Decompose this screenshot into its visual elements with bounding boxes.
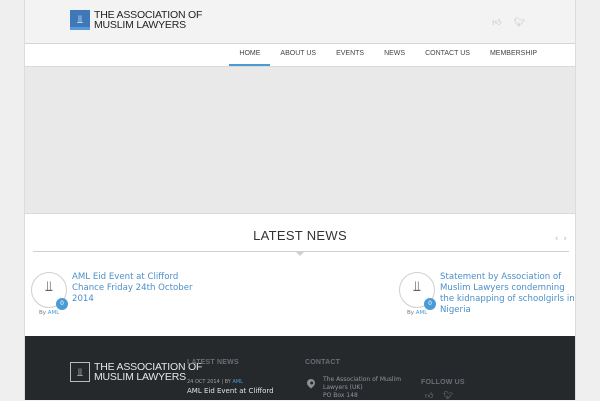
nav-item-contact-us[interactable]: CONTACT US bbox=[415, 44, 480, 66]
footer-logo-line-2: Muslim Lawyers bbox=[94, 371, 186, 383]
news-title-link[interactable]: Statement by Association of Muslim Lawye… bbox=[440, 272, 578, 316]
nav-items: HOME ABOUT US EVENTS NEWS CONTACT US MEM… bbox=[229, 44, 547, 66]
footer-contact-heading: CONTACT bbox=[305, 359, 341, 366]
chevron-left-icon[interactable]: ‹ bbox=[555, 234, 559, 244]
site-header: ⫫ The Association of Muslim Lawyers 👍︎ 🐦… bbox=[25, 0, 575, 44]
author-link[interactable]: AML bbox=[48, 310, 60, 316]
footer-news-link[interactable]: AML Eid Event at Clifford bbox=[187, 387, 274, 395]
footer-logo[interactable]: ⫫ The Association of Muslim Lawyers bbox=[70, 362, 202, 382]
thumbs-up-icon[interactable]: 👍︎ bbox=[492, 18, 501, 28]
divider-arrow-icon bbox=[296, 252, 304, 256]
chevron-right-icon[interactable]: › bbox=[563, 234, 567, 244]
byline-label: By bbox=[407, 310, 415, 316]
footer-latest-news-heading: LATEST NEWS bbox=[187, 359, 239, 366]
latest-news-title: LATEST NEWS bbox=[253, 228, 347, 243]
news-byline: By AML bbox=[39, 310, 59, 316]
carousel-nav: ‹ › bbox=[555, 234, 567, 244]
footer-contact-address: The Association of Muslim Lawyers (UK) P… bbox=[323, 376, 418, 400]
avatar: ⫫ 0 bbox=[31, 272, 68, 310]
news-title-link[interactable]: AML Eid Event at Clifford Chance Friday … bbox=[72, 272, 212, 305]
news-byline: By AML bbox=[407, 310, 427, 316]
header-social: 👍︎ 🐦︎ bbox=[492, 18, 525, 28]
byline-label: By bbox=[39, 310, 47, 316]
footer-news-date: 24 OCT 2014 bbox=[187, 379, 220, 385]
site-logo[interactable]: ⫫ The Association of Muslim Lawyers bbox=[70, 10, 202, 30]
location-pin-icon bbox=[305, 377, 317, 389]
main-nav: HOME ABOUT US EVENTS NEWS CONTACT US MEM… bbox=[25, 44, 575, 67]
footer-news-author[interactable]: AML bbox=[232, 379, 243, 385]
twitter-icon[interactable]: 🐦︎ bbox=[514, 18, 525, 28]
nav-item-news[interactable]: NEWS bbox=[374, 44, 415, 66]
latest-news-section: LATEST NEWS ‹ › ⫫ 0 By AML AML Eid Event… bbox=[25, 214, 575, 336]
footer-logo-text: The Association of Muslim Lawyers bbox=[94, 362, 202, 383]
footer-news-meta: 24 OCT 2014 | BY AML bbox=[187, 379, 243, 385]
nav-item-about-us[interactable]: ABOUT US bbox=[270, 44, 326, 66]
contact-line-3: PO Box 148 bbox=[323, 392, 358, 399]
comment-count-badge[interactable]: 0 bbox=[56, 298, 68, 310]
contact-line-1: The Association of Muslim bbox=[323, 376, 402, 383]
nav-item-home[interactable]: HOME bbox=[229, 44, 271, 66]
page-wrapper: ⫫ The Association of Muslim Lawyers 👍︎ 🐦… bbox=[24, 0, 576, 400]
footer-news-separator: | BY bbox=[221, 379, 231, 385]
logo-mark-icon: ⫫ bbox=[70, 362, 90, 382]
comment-count-badge[interactable]: 0 bbox=[424, 298, 436, 310]
footer-follow-heading: FOLLOW US bbox=[421, 379, 465, 386]
nav-item-events[interactable]: EVENTS bbox=[326, 44, 374, 66]
site-footer: ⫫ The Association of Muslim Lawyers LATE… bbox=[25, 336, 575, 400]
contact-line-2: Lawyers (UK) bbox=[323, 384, 363, 391]
author-link[interactable]: AML bbox=[416, 310, 428, 316]
logo-mark-icon: ⫫ bbox=[45, 279, 53, 295]
logo-mark-icon: ⫫ bbox=[413, 279, 421, 295]
avatar: ⫫ 0 bbox=[399, 272, 436, 310]
logo-line-2: Muslim Lawyers bbox=[94, 19, 186, 31]
logo-text: The Association of Muslim Lawyers bbox=[94, 10, 202, 31]
nav-item-membership[interactable]: MEMBERSHIP bbox=[480, 44, 547, 66]
logo-mark-icon: ⫫ bbox=[70, 10, 90, 30]
hero-slider[interactable] bbox=[25, 67, 575, 214]
